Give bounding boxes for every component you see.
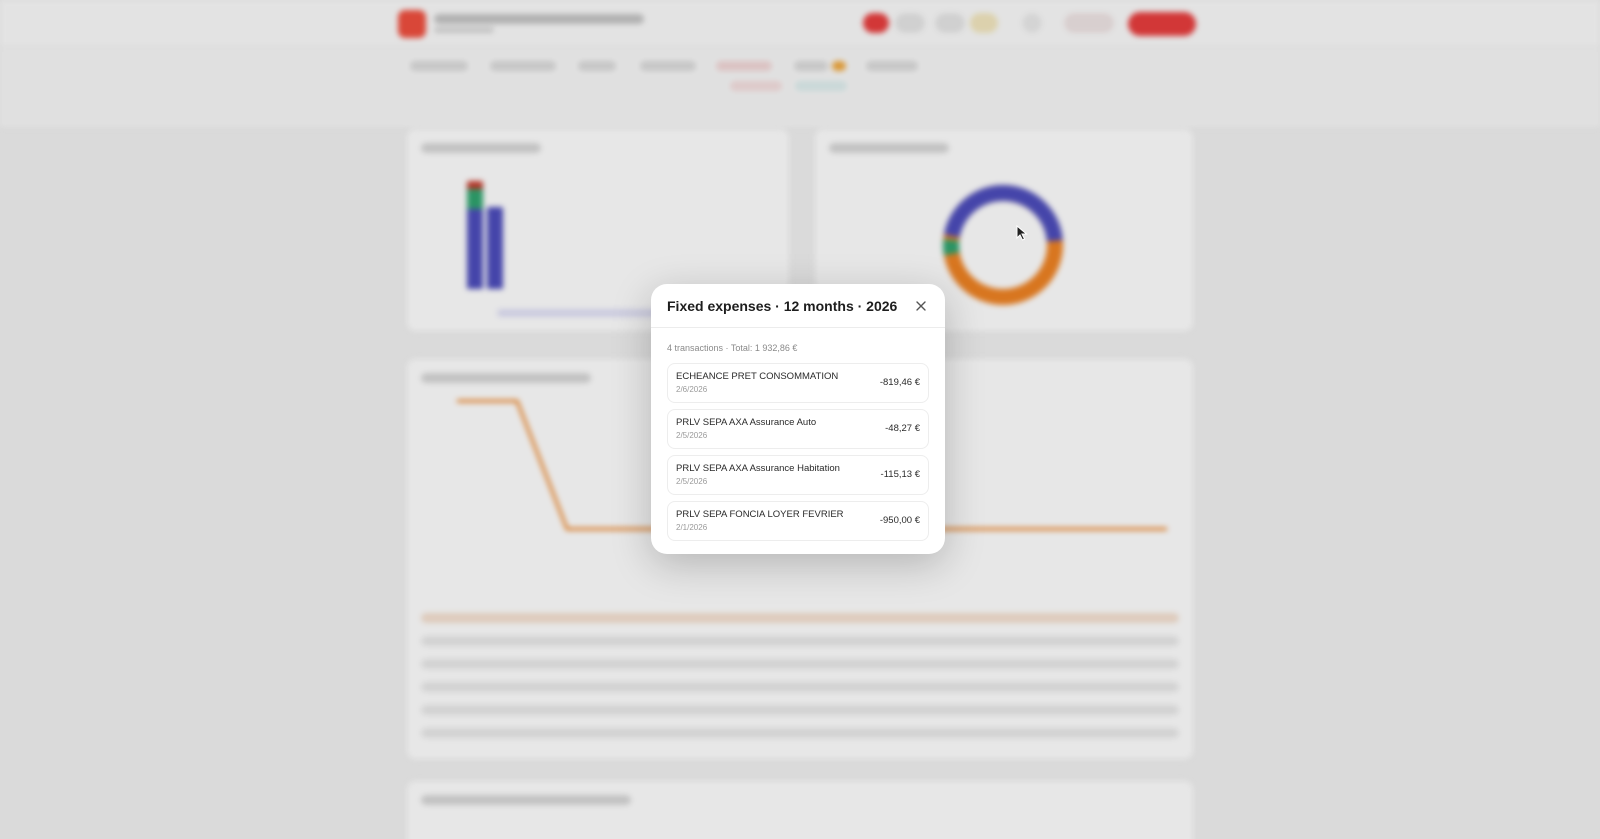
transaction-label: PRLV SEPA AXA Assurance Habitation — [676, 463, 840, 474]
modal-title: Fixed expenses · 12 months · 2026 — [667, 298, 898, 314]
list-item[interactable]: ECHEANCE PRET CONSOMMATION 2/6/2026 -819… — [667, 363, 929, 403]
list-item[interactable]: PRLV SEPA AXA Assurance Auto 2/5/2026 -4… — [667, 409, 929, 449]
transaction-label: ECHEANCE PRET CONSOMMATION — [676, 371, 839, 382]
close-icon — [916, 301, 926, 311]
fixed-expenses-modal: Fixed expenses · 12 months · 2026 4 tran… — [651, 284, 945, 554]
mouse-cursor-icon — [1016, 225, 1028, 241]
transaction-date: 2/6/2026 — [676, 385, 708, 394]
transaction-list: ECHEANCE PRET CONSOMMATION 2/6/2026 -819… — [667, 363, 929, 547]
modal-header: Fixed expenses · 12 months · 2026 — [651, 284, 945, 328]
transaction-label: PRLV SEPA AXA Assurance Auto — [676, 417, 817, 428]
close-button[interactable] — [911, 296, 931, 316]
transaction-amount: -48,27 € — [885, 423, 920, 434]
transaction-amount: -950,00 € — [879, 515, 920, 526]
list-item[interactable]: PRLV SEPA AXA Assurance Habitation 2/5/2… — [667, 455, 929, 495]
transaction-date: 2/5/2026 — [676, 477, 708, 486]
transactions-summary: 4 transactions · Total: 1 932,86 € — [667, 343, 798, 353]
transaction-amount: -819,46 € — [879, 377, 920, 388]
transaction-date: 2/1/2026 — [676, 523, 708, 532]
transaction-amount: -115,13 € — [880, 469, 920, 480]
list-item[interactable]: PRLV SEPA FONCIA LOYER FEVRIER 2/1/2026 … — [667, 501, 929, 541]
transaction-label: PRLV SEPA FONCIA LOYER FEVRIER — [676, 509, 844, 520]
transaction-date: 2/5/2026 — [676, 431, 708, 440]
